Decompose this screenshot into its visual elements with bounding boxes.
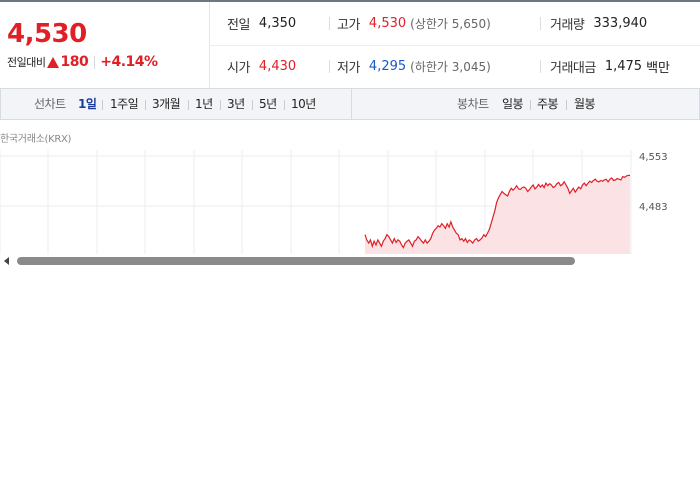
stat-label: 고가 — [337, 18, 360, 33]
stat-label: 전일 — [227, 18, 250, 33]
tab-separator — [188, 100, 189, 110]
chart-toolbar: 선차트 1일 1주일 3개월 1년 3년 5년 10년 봉차트 일봉 주봉 월봉 — [0, 88, 700, 120]
period-10y-tab[interactable]: 10년 — [291, 89, 316, 119]
tab-separator — [566, 100, 567, 110]
candle-chart-label: 봉차트 — [457, 97, 489, 111]
stat-value: 4,295 — [368, 59, 407, 74]
quote-stats: 전일 4,350 고가 4,530 (상한가 5,650) 거래량 333,94… — [210, 2, 700, 88]
stat-value: 333,940 — [593, 16, 648, 31]
price-area-fill — [365, 175, 630, 254]
line-chart-label: 선차트 — [34, 97, 66, 111]
current-price: 4,530 — [7, 19, 87, 49]
stat-label: 거래대금 — [550, 61, 596, 76]
stat-divider — [540, 17, 541, 30]
tab-separator — [145, 100, 146, 110]
y-tick-label-top: 4,553 — [639, 152, 668, 163]
period-daily-candle-tab[interactable]: 일봉 — [502, 89, 524, 119]
period-5y-tab[interactable]: 5년 — [259, 89, 277, 119]
lower-limit: (하한가 3,045) — [410, 58, 491, 75]
up-triangle-icon — [47, 56, 60, 68]
stat-divider — [329, 60, 330, 73]
toolbar-divider — [351, 89, 352, 119]
change-percent: +4.14% — [100, 54, 158, 70]
chart-source: 한국거래소(KRX) — [0, 134, 72, 145]
scroll-thumb[interactable] — [17, 257, 575, 265]
period-monthly-candle-tab[interactable]: 월봉 — [574, 89, 596, 119]
change-divider — [94, 55, 96, 69]
stat-value: 4,350 — [258, 16, 297, 31]
price-chart-svg — [0, 150, 632, 254]
stat-value: 1,475 — [604, 59, 643, 74]
tab-separator — [284, 100, 285, 110]
y-tick-label-mid: 4,483 — [639, 202, 668, 213]
period-3y-tab[interactable]: 3년 — [227, 89, 245, 119]
period-weekly-candle-tab[interactable]: 주봉 — [537, 89, 559, 119]
tab-separator — [252, 100, 253, 110]
change-label: 전일대비 — [7, 56, 46, 69]
lower-limit-value: 3,045) — [451, 60, 491, 74]
period-1y-tab[interactable]: 1년 — [195, 89, 213, 119]
price-summary: 4,530 전일대비 180 +4.14% — [0, 2, 210, 88]
upper-limit: (상한가 5,650) — [410, 15, 491, 32]
price-chart: 4,553 4,483 — [0, 150, 700, 254]
change-amount: 180 — [60, 54, 89, 70]
scroll-left-arrow-icon[interactable] — [4, 257, 9, 265]
stat-divider — [540, 60, 541, 73]
change-row: 전일대비 180 +4.14% — [7, 54, 158, 70]
stat-volume: 거래량 333,940 — [550, 2, 647, 45]
stat-value: 4,530 — [368, 16, 407, 31]
tab-separator — [530, 100, 531, 110]
stat-divider — [329, 17, 330, 30]
stat-trade-value: 거래대금 1,475 백만 — [550, 45, 670, 88]
period-1w-tab[interactable]: 1주일 — [110, 89, 139, 119]
upper-limit-value: 5,650) — [451, 17, 491, 31]
stat-unit: 백만 — [646, 61, 670, 76]
chart-scrollbar[interactable] — [0, 254, 700, 268]
period-1d-tab[interactable]: 1일 — [78, 89, 97, 119]
stat-low: 저가 4,295 (하한가 3,045) — [337, 45, 491, 88]
lower-limit-label: (하한가 — [410, 60, 448, 74]
stat-label: 거래량 — [550, 18, 585, 33]
tab-separator — [220, 100, 221, 110]
period-3m-tab[interactable]: 3개월 — [152, 89, 181, 119]
stat-high: 고가 4,530 (상한가 5,650) — [337, 2, 491, 45]
stat-label: 시가 — [227, 61, 250, 76]
tab-separator — [102, 100, 103, 110]
stat-label: 저가 — [337, 61, 360, 76]
upper-limit-label: (상한가 — [410, 17, 448, 31]
stat-value: 4,430 — [258, 59, 297, 74]
stat-open: 시가 4,430 — [227, 45, 296, 88]
stat-prev-close: 전일 4,350 — [227, 2, 296, 45]
